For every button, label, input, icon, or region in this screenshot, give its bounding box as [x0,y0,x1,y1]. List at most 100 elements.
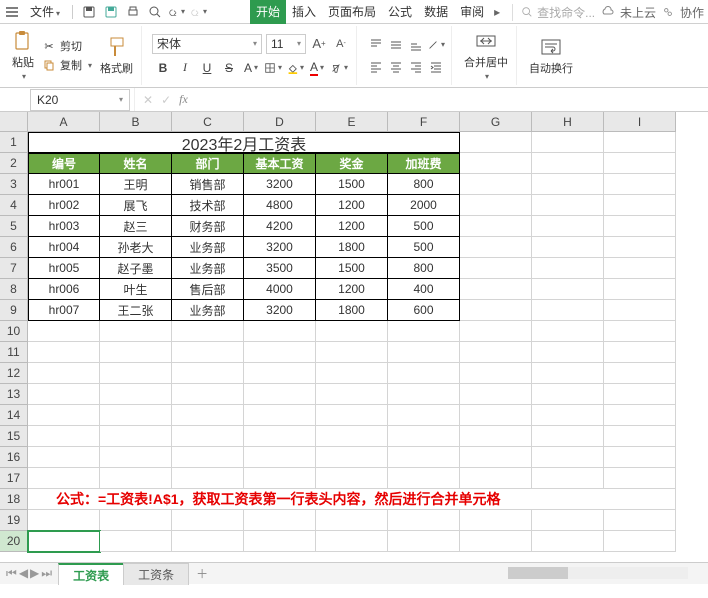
cell[interactable] [532,342,604,363]
font-size-select[interactable]: 11▾ [266,34,306,54]
row-header[interactable]: 6 [0,237,28,258]
table-cell[interactable]: 1500 [316,258,388,279]
orientation-icon[interactable] [427,36,445,54]
select-all-corner[interactable] [0,112,28,132]
tab-formula[interactable]: 公式 [382,0,418,24]
cell[interactable] [316,447,388,468]
align-top-icon[interactable] [367,36,385,54]
col-header-F[interactable]: F [388,112,460,132]
cell[interactable] [388,342,460,363]
cell[interactable] [604,300,676,321]
cell[interactable] [28,342,100,363]
cell[interactable] [532,384,604,405]
row-header[interactable]: 15 [0,426,28,447]
col-header-C[interactable]: C [172,112,244,132]
formula-input-area[interactable]: ✕ ✓ fx [134,88,708,111]
cell[interactable] [172,510,244,531]
cell[interactable] [460,426,532,447]
underline-button[interactable]: U [197,58,217,78]
cell[interactable] [388,531,460,552]
col-header-A[interactable]: A [28,112,100,132]
cell[interactable] [604,279,676,300]
table-cell[interactable]: 财务部 [172,216,244,237]
cell[interactable] [388,384,460,405]
cell[interactable] [460,384,532,405]
cell[interactable] [28,510,100,531]
cell[interactable] [604,237,676,258]
font-color-button[interactable]: A [307,58,327,78]
cell[interactable] [28,531,100,552]
cell[interactable] [532,153,604,174]
decrease-font-icon[interactable]: A- [332,35,350,53]
italic-button[interactable]: I [175,58,195,78]
table-cell[interactable]: 3200 [244,174,316,195]
save-icon[interactable] [81,4,97,20]
col-header-B[interactable]: B [100,112,172,132]
cell[interactable] [532,363,604,384]
table-cell[interactable]: 1800 [316,300,388,321]
cell[interactable] [604,216,676,237]
cell[interactable] [460,258,532,279]
cell[interactable] [388,405,460,426]
table-cell[interactable]: 4200 [244,216,316,237]
cell[interactable] [388,363,460,384]
tabs-overflow-icon[interactable]: ▸ [490,5,504,19]
cell[interactable] [604,132,676,153]
cell[interactable] [460,153,532,174]
cell[interactable] [100,468,172,489]
cell[interactable] [244,426,316,447]
cell[interactable] [604,195,676,216]
table-cell[interactable]: hr002 [28,195,100,216]
tab-home[interactable]: 开始 [250,0,286,24]
cell[interactable] [460,174,532,195]
table-header[interactable]: 姓名 [100,153,172,174]
cell[interactable] [460,468,532,489]
cell[interactable] [244,468,316,489]
table-cell[interactable]: 展飞 [100,195,172,216]
cell[interactable] [604,384,676,405]
row-header[interactable]: 1 [0,132,28,153]
cell[interactable] [532,237,604,258]
cell[interactable] [532,279,604,300]
table-header[interactable]: 编号 [28,153,100,174]
horizontal-scrollbar[interactable] [508,567,688,579]
command-search[interactable]: 查找命令... [512,4,595,21]
row-header[interactable]: 8 [0,279,28,300]
table-header[interactable]: 部门 [172,153,244,174]
align-right-icon[interactable] [407,58,425,76]
sheet-tab-salary[interactable]: 工资表 [58,563,124,585]
scrollbar-thumb[interactable] [508,567,568,579]
cell[interactable] [532,321,604,342]
cell[interactable] [316,510,388,531]
cell[interactable] [172,384,244,405]
align-middle-icon[interactable] [387,36,405,54]
sheet-title[interactable]: 2023年2月工资表 [28,132,460,153]
cell[interactable] [532,447,604,468]
border-button[interactable] [263,58,283,78]
cell[interactable] [100,321,172,342]
table-cell[interactable]: 500 [388,237,460,258]
cell[interactable] [460,195,532,216]
row-header[interactable]: 14 [0,405,28,426]
cell[interactable] [604,510,676,531]
cell[interactable] [244,363,316,384]
cell[interactable] [460,300,532,321]
table-cell[interactable]: 500 [388,216,460,237]
row-header[interactable]: 10 [0,321,28,342]
table-cell[interactable]: 业务部 [172,237,244,258]
cell[interactable] [316,363,388,384]
cell[interactable] [244,447,316,468]
cell[interactable] [316,321,388,342]
col-header-H[interactable]: H [532,112,604,132]
table-cell[interactable]: hr004 [28,237,100,258]
cell[interactable] [604,447,676,468]
cell[interactable] [532,258,604,279]
table-cell[interactable]: 技术部 [172,195,244,216]
table-cell[interactable]: 3200 [244,237,316,258]
cell[interactable] [604,174,676,195]
tab-insert[interactable]: 插入 [286,0,322,24]
cell[interactable] [172,405,244,426]
table-cell[interactable]: 销售部 [172,174,244,195]
table-cell[interactable]: 1800 [316,237,388,258]
table-cell[interactable]: 1500 [316,174,388,195]
